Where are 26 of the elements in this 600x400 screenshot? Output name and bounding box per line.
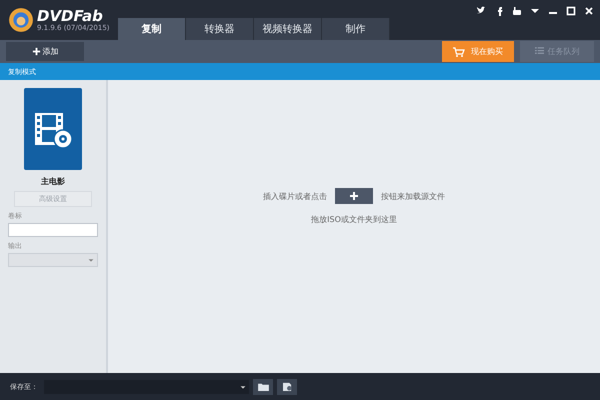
plus-icon	[32, 47, 40, 56]
dropdown-icon[interactable]	[530, 6, 540, 16]
add-button[interactable]: 添加	[6, 42, 84, 61]
mode-card[interactable]	[24, 88, 82, 170]
plus-icon	[349, 191, 359, 201]
folder-icon	[258, 382, 268, 391]
caret-icon	[87, 256, 95, 264]
drop-hint-text: 拖放ISO或文件夹到这里	[311, 214, 397, 225]
tab[interactable]: 视频转换器	[254, 18, 322, 40]
hint-text: 按钮来加载源文件	[381, 190, 445, 202]
iso-button[interactable]	[277, 378, 297, 394]
app-name: DVDFab	[37, 8, 104, 24]
tab[interactable]: 复制	[118, 18, 186, 40]
folder-button[interactable]	[253, 378, 273, 394]
maximize-icon[interactable]	[566, 6, 576, 16]
twitter-icon[interactable]	[476, 6, 486, 16]
add-source-button[interactable]	[335, 188, 373, 204]
volume-input-field[interactable]	[8, 223, 98, 237]
cart-icon	[453, 46, 465, 56]
tab[interactable]: 制作	[322, 18, 390, 40]
logo-icon	[8, 7, 34, 33]
tab[interactable]: 转换器	[186, 18, 254, 40]
list-icon	[534, 47, 544, 56]
hint-text: 插入碟片或者点击	[263, 190, 327, 202]
close-icon[interactable]	[584, 6, 594, 16]
mode-name: 主电影	[41, 176, 65, 187]
